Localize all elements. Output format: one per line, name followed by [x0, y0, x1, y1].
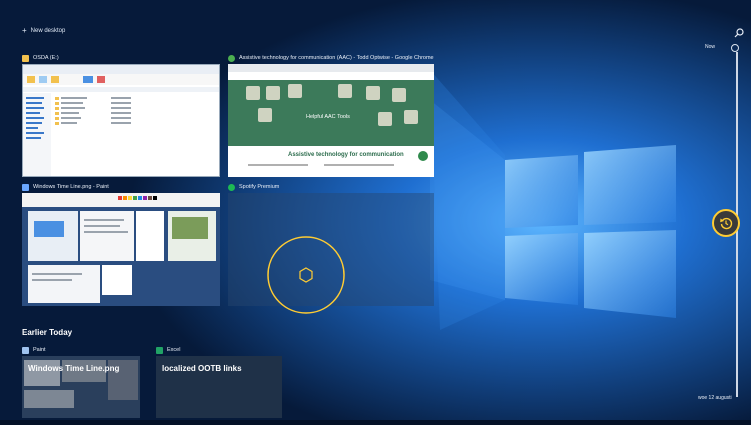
window-title-bar: OSDA (E:): [22, 52, 220, 64]
window-thumbnail: [22, 193, 220, 306]
activity-app-name: Excel: [167, 347, 181, 353]
activity-thumbnail: Windows Time Line.png: [22, 356, 140, 418]
taskbar-strip: [0, 420, 751, 425]
excel-icon: [156, 346, 163, 354]
pointer-ring-icon: [267, 236, 345, 314]
spotify-icon: [228, 183, 235, 191]
earlier-today-heading: Earlier Today: [22, 328, 73, 337]
search-icon[interactable]: [734, 28, 744, 38]
paint-icon: [22, 346, 29, 354]
activity-card-excel[interactable]: Excel localized OOTB links: [156, 344, 282, 418]
window-thumbnail: Helpful AAC Tools Assistive technology f…: [228, 64, 434, 177]
window-card-chrome[interactable]: Assistive technology for communication (…: [228, 52, 434, 177]
activity-app-name: Paint: [33, 347, 46, 353]
timeline-now-marker[interactable]: [731, 44, 739, 52]
page-heading: Assistive technology for communication: [288, 152, 404, 158]
hero-overlay-text: Helpful AAC Tools: [306, 114, 350, 120]
activity-app-header: Paint: [22, 344, 140, 356]
timeline-date-label: woe 12 augusti: [698, 395, 732, 401]
plus-icon: +: [22, 26, 27, 35]
window-card-paint[interactable]: Windows Time Line.png - Paint: [22, 181, 220, 306]
window-title-bar: Spotify Premium: [228, 181, 434, 193]
window-title: Spotify Premium: [239, 184, 280, 190]
new-desktop-button[interactable]: + New desktop: [22, 26, 66, 35]
window-title: OSDA (E:): [33, 55, 59, 61]
window-title: Windows Time Line.png - Paint: [33, 184, 109, 190]
window-title-bar: Windows Time Line.png - Paint: [22, 181, 220, 193]
timeline-now-label: Now: [705, 44, 716, 50]
activity-thumbnail: localized OOTB links: [156, 356, 282, 418]
activity-title: localized OOTB links: [162, 364, 242, 373]
folder-icon: [22, 54, 29, 62]
chrome-icon: [228, 54, 235, 62]
activity-card-paint[interactable]: Paint Windows Time Line.png: [22, 344, 140, 418]
window-card-explorer[interactable]: OSDA (E:): [22, 52, 220, 177]
new-desktop-label: New desktop: [30, 28, 66, 34]
window-title-bar: Assistive technology for communication (…: [228, 52, 434, 64]
paint-icon: [22, 183, 29, 191]
window-title: Assistive technology for communication (…: [239, 55, 434, 61]
window-thumbnail: [22, 64, 220, 177]
history-icon: [720, 217, 733, 230]
activity-app-header: Excel: [156, 344, 282, 356]
activity-title: Windows Time Line.png: [28, 364, 120, 373]
timeline-handle[interactable]: [712, 209, 740, 237]
